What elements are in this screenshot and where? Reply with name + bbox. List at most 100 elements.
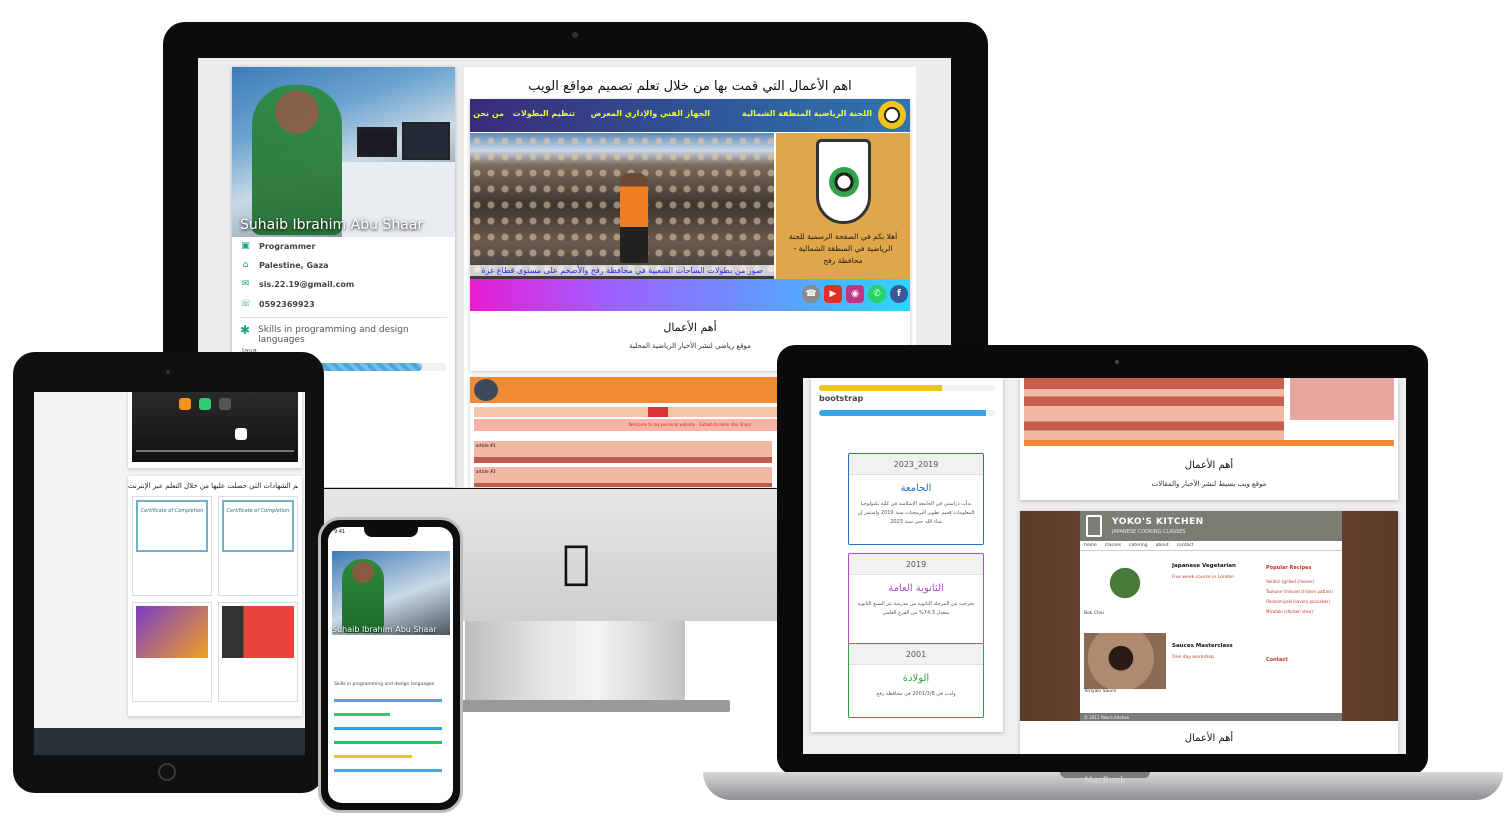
skills-heading: Skills in programming and design languag… xyxy=(334,682,435,687)
camera-icon xyxy=(572,32,578,38)
contact-title: Contact xyxy=(1266,657,1288,663)
nav-item[interactable]: الجهاز الفني والإداري xyxy=(625,109,710,118)
profile-email[interactable]: ✉ sis.22.19@gmail.com xyxy=(240,279,354,289)
card-title: أهم الأعمال xyxy=(1184,460,1234,471)
class-subtitle: Five week course in London xyxy=(1172,575,1235,580)
crowd-photo: صور من بطولات الساحات الشعبية في محافظة … xyxy=(470,133,774,279)
whatsapp-icon[interactable]: ✆ xyxy=(868,285,886,303)
iphone-notch xyxy=(364,527,418,537)
camera-icon xyxy=(166,370,170,374)
sidebar-preview xyxy=(1290,378,1394,420)
nav-link[interactable]: home xyxy=(1084,543,1097,548)
nav-item[interactable]: المعرض xyxy=(591,109,622,118)
crowd-caption: صور من بطولات الساحات الشعبية في محافظة … xyxy=(470,265,774,276)
education-card: 2001 الولادة ولدت في 2001/3/8 في محافظة … xyxy=(848,643,984,718)
certificates-heading: أهم الشهادات التي حصلت عليها من خلال الت… xyxy=(128,482,298,490)
education-title: الجامعة xyxy=(900,483,932,494)
skill-bar xyxy=(334,727,442,730)
macbook-brand-label: MacBook xyxy=(1084,776,1126,786)
yoko-subtitle: JAPANESE COOKING CLASSES xyxy=(1112,529,1186,535)
certificate-card[interactable] xyxy=(132,602,212,702)
articles-preview xyxy=(1024,378,1284,440)
skill-bar-track xyxy=(819,385,995,391)
skill-bar xyxy=(334,699,442,702)
viber-icon[interactable]: ☎ xyxy=(802,285,820,303)
active-tab[interactable] xyxy=(648,407,668,417)
sports-site-nav: اللجنة الرياضية المنطقة الشمالية الجهاز … xyxy=(470,99,910,132)
card-description: موقع ويب بسيط لنشر الأخبار والمقالات xyxy=(1151,480,1267,488)
divider xyxy=(240,317,447,318)
nav-link[interactable]: about xyxy=(1156,543,1169,548)
apple-logo-icon:  xyxy=(556,538,596,586)
certificate-card[interactable]: Certificate of Completion xyxy=(218,496,298,596)
recipe-link[interactable]: Mizutaki (chicken stew) xyxy=(1266,607,1336,617)
sports-site-card[interactable]: اللجنة الرياضية المنطقة الشمالية الجهاز … xyxy=(470,99,910,371)
yoko-logo-icon xyxy=(1086,515,1102,537)
instagram-icon[interactable]: ◉ xyxy=(846,285,864,303)
phone-icon: ☏ xyxy=(240,299,252,309)
app-icon xyxy=(219,398,231,410)
nav-link[interactable]: classes xyxy=(1105,543,1121,548)
yoko-title: YOKO'S KITCHEN xyxy=(1112,517,1204,527)
nav-item[interactable]: من نحن xyxy=(473,109,504,118)
card-title: أهم الأعمال xyxy=(1184,733,1234,744)
nav-item[interactable]: تنظيم البطولات xyxy=(513,109,575,118)
nav-link[interactable]: contact xyxy=(1177,543,1194,548)
ipad-screen: أهم الشهادات التي حصلت عليها من خلال الت… xyxy=(34,392,305,755)
certificate-image: Certificate of Completion xyxy=(136,500,208,552)
skill-bar xyxy=(334,755,412,758)
recipe-link[interactable]: Okonomiyaki (savory pancakes) xyxy=(1266,597,1336,607)
iphone-screen: 9:41 Suhaib Ibrahim Abu Shaar Skills in … xyxy=(328,527,453,803)
class-title: Sauces Masterclass xyxy=(1172,643,1233,649)
app-icon xyxy=(199,398,211,410)
news-site-card[interactable]: أهم الأعمال موقع ويب بسيط لنشر الأخبار و… xyxy=(1020,378,1398,500)
app-icon xyxy=(179,398,191,410)
profile-photo xyxy=(232,67,455,237)
profile-name: Suhaib Ibrahim Abu Shaar xyxy=(240,217,424,233)
education-year: 2023_2019 xyxy=(849,454,983,475)
briefcase-icon: ▣ xyxy=(241,241,250,251)
youtube-icon[interactable]: ▶ xyxy=(824,285,842,303)
education-description: بدأت دراستي في الجامعة الإسلامية في كلية… xyxy=(857,501,975,525)
video-card[interactable] xyxy=(128,392,302,468)
profile-phone[interactable]: ☏ 0592369923 xyxy=(240,299,315,309)
skill-bar xyxy=(334,741,442,744)
video-progress[interactable] xyxy=(136,450,294,452)
camera-icon xyxy=(1115,360,1119,364)
skill-bar-fill xyxy=(819,385,943,391)
imac-stand xyxy=(465,621,685,706)
article-footer xyxy=(474,457,772,463)
recipe-link[interactable]: Yakitori (grilled chicken) xyxy=(1266,577,1336,587)
status-time: 9:41 xyxy=(334,529,346,535)
education-description: ولدت في 2001/3/8 في محافظة رفح xyxy=(876,691,956,697)
certificate-card[interactable] xyxy=(218,602,298,702)
yoko-footer: © 2011 Yoko's Kitchen xyxy=(1080,713,1342,721)
class-subtitle: One day workshop xyxy=(1172,655,1214,660)
facebook-icon[interactable]: f xyxy=(890,285,908,303)
profile-sidebar: bootstrap 2023_2019 الجامعة بدأت دراستي … xyxy=(811,378,1003,732)
teriyaki-image xyxy=(1084,633,1166,689)
bok-choi-image xyxy=(1084,555,1166,611)
skill-bar xyxy=(334,769,442,772)
video-player[interactable] xyxy=(132,392,298,462)
nav-item[interactable]: اللجنة الرياضية المنطقة الشمالية xyxy=(742,109,872,118)
nav-link[interactable]: catering xyxy=(1129,543,1148,548)
sports-logo-icon xyxy=(878,101,906,129)
recipe-link[interactable]: Tsukune (minced chicken patties) xyxy=(1266,587,1336,597)
yoko-header: YOKO'S KITCHEN JAPANESE COOKING CLASSES xyxy=(1080,511,1342,541)
imac-stand-foot xyxy=(450,700,730,712)
yoko-nav: home classes catering about contact xyxy=(1080,541,1342,551)
news-site-footer xyxy=(1024,440,1394,446)
yoko-site-card[interactable]: YOKO'S KITCHEN JAPANESE COOKING CLASSES … xyxy=(1020,511,1398,754)
education-title: الثانوية العامة xyxy=(888,583,944,594)
avatar xyxy=(474,379,498,401)
yoko-page: YOKO'S KITCHEN JAPANESE COOKING CLASSES … xyxy=(1080,511,1342,721)
certificate-card[interactable]: Certificate of Completion xyxy=(132,496,212,596)
home-button[interactable] xyxy=(158,763,176,781)
education-title: الولادة xyxy=(902,673,930,684)
skills-heading: ✱ Skills in programming and design langu… xyxy=(240,323,409,345)
certificate-image xyxy=(136,606,208,658)
education-year: 2001 xyxy=(849,644,983,665)
works-title: اهم الأعمال التي قمت بها من خلال تعلم تص… xyxy=(528,79,852,94)
shield-icon xyxy=(816,139,871,224)
